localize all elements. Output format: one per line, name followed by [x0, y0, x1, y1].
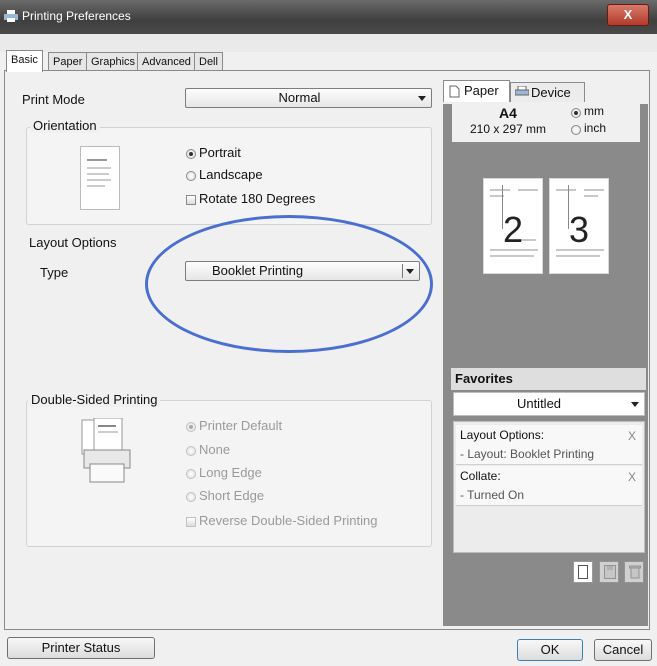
tab-dell[interactable]: Dell	[194, 52, 223, 71]
duplex-printer-icon	[81, 418, 131, 483]
printer-icon	[4, 10, 18, 22]
none-option[interactable]: None	[199, 442, 230, 457]
paper-tab-label: Paper	[464, 83, 499, 98]
favorites-value: Untitled	[516, 396, 562, 411]
favorites-list: Layout Options: - Layout: Booklet Printi…	[453, 421, 645, 553]
new-page-icon	[578, 565, 588, 579]
reverse-duplex-label[interactable]: Reverse Double-Sided Printing	[199, 513, 377, 528]
tab-paper[interactable]: Paper	[48, 52, 88, 71]
trash-icon	[629, 565, 641, 579]
delete-favorite-button[interactable]	[624, 561, 644, 583]
new-favorite-button[interactable]	[573, 561, 593, 583]
page-number-right: 3	[568, 209, 590, 250]
paper-info-card: A4 210 x 297 mm mm inch	[452, 104, 640, 142]
rotate-180-label[interactable]: Rotate 180 Degrees	[199, 191, 315, 206]
page-number-left: 2	[502, 209, 524, 250]
window-title: Printing Preferences	[22, 9, 131, 23]
favorites-select[interactable]: Untitled	[453, 392, 645, 416]
tab-basic[interactable]: Basic	[6, 50, 43, 72]
print-mode-label: Print Mode	[22, 92, 85, 107]
layout-type-select[interactable]: Booklet Printing	[185, 261, 420, 281]
print-mode-select[interactable]: Normal	[185, 88, 432, 108]
save-icon	[604, 565, 616, 579]
rotate-180-checkbox[interactable]	[186, 195, 196, 205]
layout-options-legend: Layout Options	[26, 235, 120, 250]
printer-default-radio[interactable]	[186, 422, 196, 432]
favorite-heading: Collate:	[460, 469, 501, 483]
printer-status-button[interactable]: Printer Status	[7, 637, 155, 659]
layout-type-label: Type	[40, 265, 69, 280]
inch-option[interactable]: inch	[584, 121, 606, 135]
save-favorite-button[interactable]	[599, 561, 619, 583]
favorite-detail: - Turned On	[460, 488, 525, 502]
reverse-duplex-checkbox[interactable]	[186, 517, 196, 527]
close-button[interactable]: X	[607, 4, 649, 26]
chevron-down-icon	[418, 96, 426, 101]
paper-size: A4	[499, 105, 517, 121]
paper-dimensions: 210 x 297 mm	[469, 122, 547, 136]
device-tab-label: Device	[531, 85, 571, 100]
list-item[interactable]: Layout Options: - Layout: Booklet Printi…	[456, 425, 642, 465]
long-edge-option[interactable]: Long Edge	[199, 465, 262, 480]
page-preview-right: 3	[549, 178, 609, 274]
mm-radio[interactable]	[571, 108, 581, 118]
short-edge-option[interactable]: Short Edge	[199, 488, 264, 503]
portrait-radio[interactable]	[186, 149, 196, 159]
portrait-page-icon	[80, 146, 120, 210]
favorite-heading: Layout Options:	[460, 428, 545, 442]
page-icon	[449, 85, 460, 98]
chevron-down-icon	[631, 402, 639, 407]
inch-radio[interactable]	[571, 125, 581, 135]
landscape-radio[interactable]	[186, 171, 196, 181]
tab-device-preview[interactable]: Device	[510, 82, 585, 102]
ok-button[interactable]: OK	[517, 639, 583, 661]
long-edge-radio[interactable]	[186, 469, 196, 479]
printer-icon	[515, 86, 529, 96]
printer-default-option[interactable]: Printer Default	[199, 418, 282, 433]
tab-advanced[interactable]: Advanced	[137, 52, 196, 71]
none-radio[interactable]	[186, 446, 196, 456]
favorites-title: Favorites	[451, 368, 646, 390]
title-bar: Printing Preferences X	[0, 0, 657, 34]
page-preview-left: 2	[483, 178, 543, 274]
remove-icon[interactable]: X	[628, 429, 636, 443]
cancel-button[interactable]: Cancel	[594, 639, 652, 661]
orientation-legend: Orientation	[30, 118, 100, 133]
tab-paper-preview[interactable]: Paper	[443, 80, 510, 102]
remove-icon[interactable]: X	[628, 470, 636, 484]
landscape-option[interactable]: Landscape	[199, 167, 263, 182]
double-sided-legend: Double-Sided Printing	[28, 392, 161, 407]
title-bar-gap	[0, 34, 657, 52]
print-mode-value: Normal	[278, 90, 321, 105]
favorite-detail: - Layout: Booklet Printing	[460, 447, 595, 461]
tab-graphics[interactable]: Graphics	[86, 52, 141, 71]
chevron-down-icon	[406, 269, 414, 274]
portrait-option[interactable]: Portrait	[199, 145, 241, 160]
list-item[interactable]: Collate: - Turned On X	[456, 466, 642, 506]
mm-option[interactable]: mm	[584, 104, 604, 118]
layout-type-value: Booklet Printing	[212, 263, 304, 278]
short-edge-radio[interactable]	[186, 492, 196, 502]
